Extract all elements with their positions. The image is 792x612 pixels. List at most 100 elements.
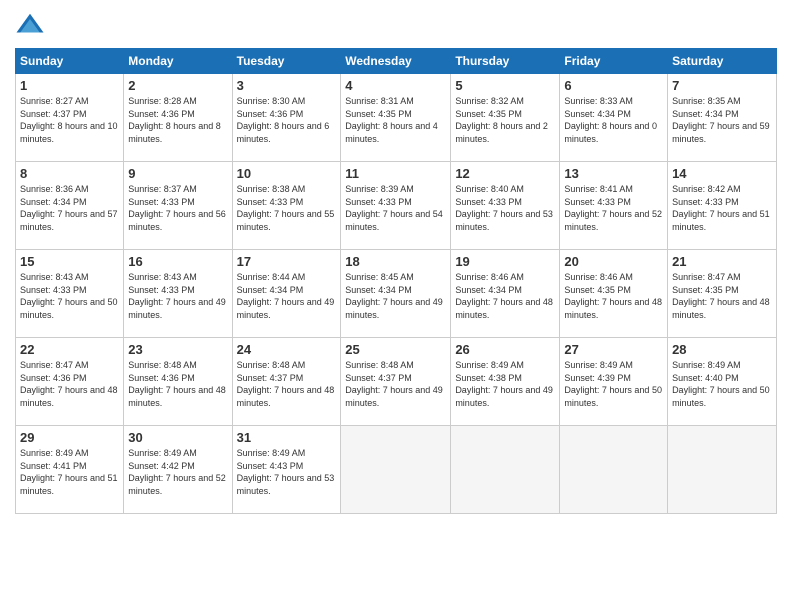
page: SundayMondayTuesdayWednesdayThursdayFrid… xyxy=(0,0,792,612)
day-number: 9 xyxy=(128,166,227,181)
day-info: Sunrise: 8:37 AMSunset: 4:33 PMDaylight:… xyxy=(128,183,227,233)
calendar-cell: 10Sunrise: 8:38 AMSunset: 4:33 PMDayligh… xyxy=(232,162,341,250)
calendar-cell: 23 Sunrise: 8:48 AMSunset: 4:36 PMDayligh… xyxy=(124,338,232,426)
calendar-cell: 20 Sunrise: 8:46 AMSunset: 4:35 PMDayligh… xyxy=(560,250,668,338)
day-number: 31 xyxy=(237,430,337,445)
calendar-cell: 2Sunrise: 8:28 AMSunset: 4:36 PMDaylight… xyxy=(124,74,232,162)
header xyxy=(15,10,777,40)
day-info: Sunrise: 8:49 AMSunset: 4:42 PMDaylight:… xyxy=(128,447,227,497)
calendar-cell: 31 Sunrise: 8:49 AMSunset: 4:43 PMDayligh… xyxy=(232,426,341,514)
col-header-thursday: Thursday xyxy=(451,49,560,74)
calendar-cell: 9 Sunrise: 8:37 AMSunset: 4:33 PMDaylight… xyxy=(124,162,232,250)
day-info: Sunrise: 8:43 AMSunset: 4:33 PMDaylight:… xyxy=(20,271,119,321)
day-number: 26 xyxy=(455,342,555,357)
day-info: Sunrise: 8:43 AMSunset: 4:33 PMDaylight:… xyxy=(128,271,227,321)
calendar-cell: 5Sunrise: 8:32 AMSunset: 4:35 PMDaylight… xyxy=(451,74,560,162)
day-info: Sunrise: 8:47 AMSunset: 4:36 PMDaylight:… xyxy=(20,359,119,409)
day-number: 6 xyxy=(564,78,663,93)
calendar-cell: 16 Sunrise: 8:43 AMSunset: 4:33 PMDayligh… xyxy=(124,250,232,338)
calendar-cell: 15Sunrise: 8:43 AMSunset: 4:33 PMDayligh… xyxy=(16,250,124,338)
day-info: Sunrise: 8:49 AMSunset: 4:38 PMDaylight:… xyxy=(455,359,555,409)
day-number: 17 xyxy=(237,254,337,269)
day-number: 8 xyxy=(20,166,119,181)
day-info: Sunrise: 8:35 AMSunset: 4:34 PMDaylight:… xyxy=(672,95,772,145)
day-info: Sunrise: 8:48 AMSunset: 4:36 PMDaylight:… xyxy=(128,359,227,409)
calendar-cell: 6 Sunrise: 8:33 AMSunset: 4:34 PMDaylight… xyxy=(560,74,668,162)
day-info: Sunrise: 8:39 AMSunset: 4:33 PMDaylight:… xyxy=(345,183,446,233)
calendar-cell: 18 Sunrise: 8:45 AMSunset: 4:34 PMDayligh… xyxy=(341,250,451,338)
day-info: Sunrise: 8:49 AMSunset: 4:39 PMDaylight:… xyxy=(564,359,663,409)
calendar-cell: 19Sunrise: 8:46 AMSunset: 4:34 PMDayligh… xyxy=(451,250,560,338)
day-number: 28 xyxy=(672,342,772,357)
calendar-cell: 26 Sunrise: 8:49 AMSunset: 4:38 PMDayligh… xyxy=(451,338,560,426)
col-header-tuesday: Tuesday xyxy=(232,49,341,74)
calendar-week-3: 15Sunrise: 8:43 AMSunset: 4:33 PMDayligh… xyxy=(16,250,777,338)
calendar-cell xyxy=(341,426,451,514)
day-info: Sunrise: 8:48 AMSunset: 4:37 PMDaylight:… xyxy=(237,359,337,409)
calendar-week-4: 22Sunrise: 8:47 AMSunset: 4:36 PMDayligh… xyxy=(16,338,777,426)
col-header-wednesday: Wednesday xyxy=(341,49,451,74)
calendar-cell: 1Sunrise: 8:27 AMSunset: 4:37 PMDaylight… xyxy=(16,74,124,162)
day-number: 23 xyxy=(128,342,227,357)
day-number: 14 xyxy=(672,166,772,181)
day-number: 13 xyxy=(564,166,663,181)
calendar-cell: 13Sunrise: 8:41 AMSunset: 4:33 PMDayligh… xyxy=(560,162,668,250)
day-number: 2 xyxy=(128,78,227,93)
calendar-week-1: 1Sunrise: 8:27 AMSunset: 4:37 PMDaylight… xyxy=(16,74,777,162)
calendar-cell: 22Sunrise: 8:47 AMSunset: 4:36 PMDayligh… xyxy=(16,338,124,426)
calendar-cell: 8 Sunrise: 8:36 AMSunset: 4:34 PMDaylight… xyxy=(16,162,124,250)
day-info: Sunrise: 8:32 AMSunset: 4:35 PMDaylight:… xyxy=(455,95,555,145)
day-number: 24 xyxy=(237,342,337,357)
day-number: 7 xyxy=(672,78,772,93)
calendar-cell xyxy=(560,426,668,514)
calendar-week-2: 8 Sunrise: 8:36 AMSunset: 4:34 PMDaylight… xyxy=(16,162,777,250)
day-info: Sunrise: 8:49 AMSunset: 4:40 PMDaylight:… xyxy=(672,359,772,409)
day-number: 18 xyxy=(345,254,446,269)
calendar-cell xyxy=(668,426,777,514)
day-number: 20 xyxy=(564,254,663,269)
day-number: 30 xyxy=(128,430,227,445)
day-info: Sunrise: 8:27 AMSunset: 4:37 PMDaylight:… xyxy=(20,95,119,145)
day-info: Sunrise: 8:44 AMSunset: 4:34 PMDaylight:… xyxy=(237,271,337,321)
calendar-header-row: SundayMondayTuesdayWednesdayThursdayFrid… xyxy=(16,49,777,74)
day-info: Sunrise: 8:49 AMSunset: 4:43 PMDaylight:… xyxy=(237,447,337,497)
day-number: 21 xyxy=(672,254,772,269)
day-info: Sunrise: 8:45 AMSunset: 4:34 PMDaylight:… xyxy=(345,271,446,321)
calendar-week-5: 29Sunrise: 8:49 AMSunset: 4:41 PMDayligh… xyxy=(16,426,777,514)
day-info: Sunrise: 8:31 AMSunset: 4:35 PMDaylight:… xyxy=(345,95,446,145)
day-info: Sunrise: 8:46 AMSunset: 4:35 PMDaylight:… xyxy=(564,271,663,321)
calendar-cell: 25 Sunrise: 8:48 AMSunset: 4:37 PMDayligh… xyxy=(341,338,451,426)
day-info: Sunrise: 8:42 AMSunset: 4:33 PMDaylight:… xyxy=(672,183,772,233)
calendar-cell: 24 Sunrise: 8:48 AMSunset: 4:37 PMDayligh… xyxy=(232,338,341,426)
calendar-cell: 21 Sunrise: 8:47 AMSunset: 4:35 PMDayligh… xyxy=(668,250,777,338)
day-info: Sunrise: 8:33 AMSunset: 4:34 PMDaylight:… xyxy=(564,95,663,145)
col-header-saturday: Saturday xyxy=(668,49,777,74)
col-header-sunday: Sunday xyxy=(16,49,124,74)
calendar-cell: 4Sunrise: 8:31 AMSunset: 4:35 PMDaylight… xyxy=(341,74,451,162)
calendar-cell: 12 Sunrise: 8:40 AMSunset: 4:33 PMDayligh… xyxy=(451,162,560,250)
calendar-cell: 3Sunrise: 8:30 AMSunset: 4:36 PMDaylight… xyxy=(232,74,341,162)
day-number: 11 xyxy=(345,166,446,181)
logo xyxy=(15,10,49,40)
day-number: 25 xyxy=(345,342,446,357)
day-info: Sunrise: 8:47 AMSunset: 4:35 PMDaylight:… xyxy=(672,271,772,321)
day-number: 27 xyxy=(564,342,663,357)
calendar-cell: 17 Sunrise: 8:44 AMSunset: 4:34 PMDayligh… xyxy=(232,250,341,338)
calendar-cell: 14 Sunrise: 8:42 AMSunset: 4:33 PMDayligh… xyxy=(668,162,777,250)
day-number: 16 xyxy=(128,254,227,269)
day-info: Sunrise: 8:38 AMSunset: 4:33 PMDaylight:… xyxy=(237,183,337,233)
calendar-cell: 11 Sunrise: 8:39 AMSunset: 4:33 PMDayligh… xyxy=(341,162,451,250)
day-info: Sunrise: 8:30 AMSunset: 4:36 PMDaylight:… xyxy=(237,95,337,145)
day-number: 19 xyxy=(455,254,555,269)
calendar-cell: 28 Sunrise: 8:49 AMSunset: 4:40 PMDayligh… xyxy=(668,338,777,426)
day-info: Sunrise: 8:36 AMSunset: 4:34 PMDaylight:… xyxy=(20,183,119,233)
day-info: Sunrise: 8:48 AMSunset: 4:37 PMDaylight:… xyxy=(345,359,446,409)
calendar-cell: 27 Sunrise: 8:49 AMSunset: 4:39 PMDayligh… xyxy=(560,338,668,426)
day-info: Sunrise: 8:49 AMSunset: 4:41 PMDaylight:… xyxy=(20,447,119,497)
col-header-monday: Monday xyxy=(124,49,232,74)
logo-icon xyxy=(15,10,45,40)
calendar: SundayMondayTuesdayWednesdayThursdayFrid… xyxy=(15,48,777,514)
calendar-cell: 30 Sunrise: 8:49 AMSunset: 4:42 PMDayligh… xyxy=(124,426,232,514)
day-info: Sunrise: 8:40 AMSunset: 4:33 PMDaylight:… xyxy=(455,183,555,233)
day-number: 12 xyxy=(455,166,555,181)
